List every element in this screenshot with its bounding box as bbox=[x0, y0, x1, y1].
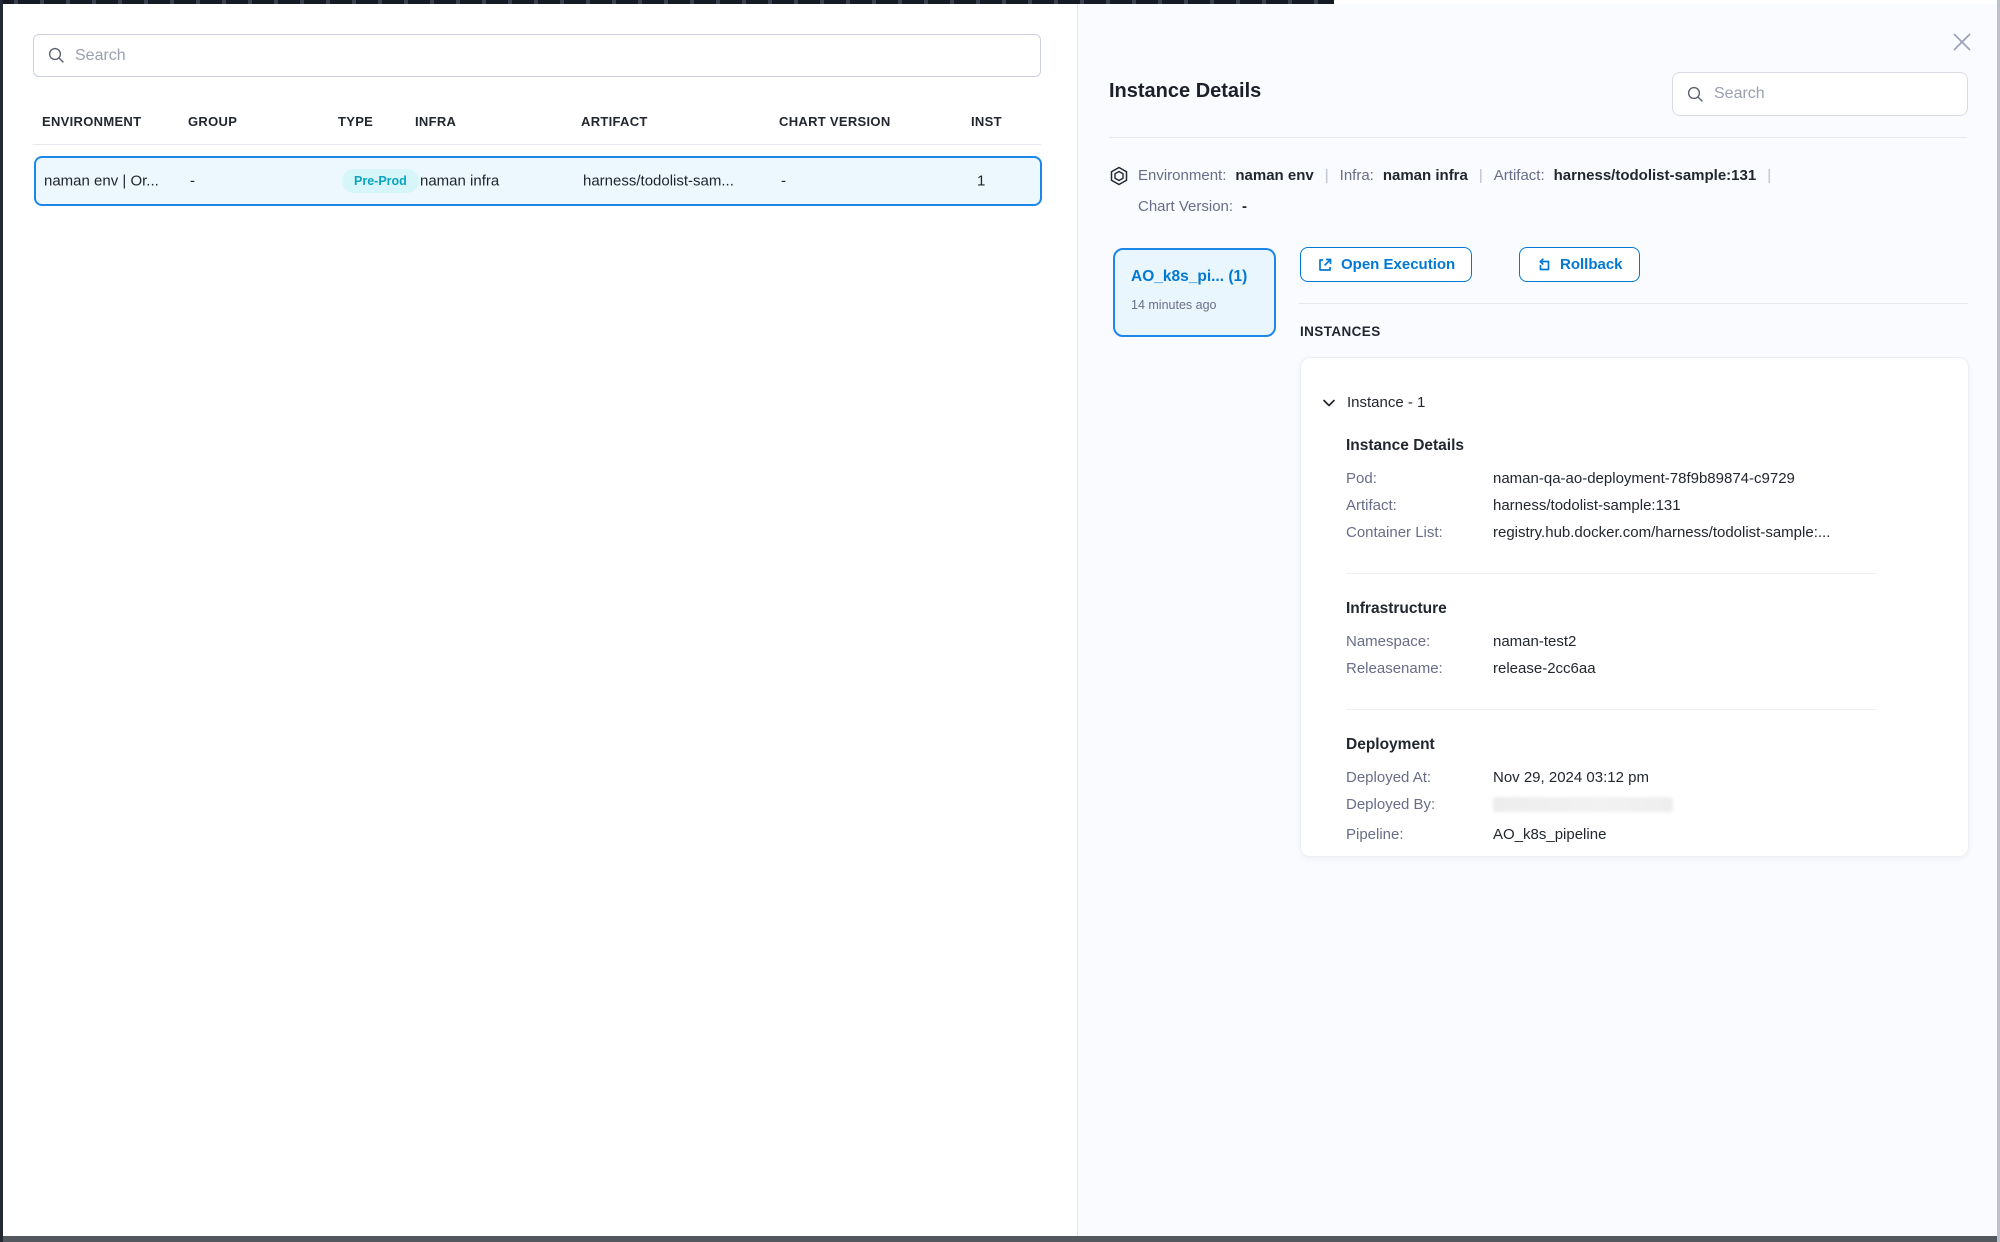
rollback-icon bbox=[1536, 257, 1552, 273]
rollback-label: Rollback bbox=[1560, 256, 1623, 273]
kv-label: Artifact: bbox=[1346, 492, 1493, 519]
instance-details-section: Instance Details Pod: naman-qa-ao-deploy… bbox=[1321, 437, 1944, 546]
kv-label: Pod: bbox=[1346, 465, 1493, 492]
kv-value: naman-test2 bbox=[1493, 628, 1576, 655]
kv-row-pod: Pod: naman-qa-ao-deployment-78f9b89874-c… bbox=[1346, 465, 1944, 492]
separator: | bbox=[1323, 162, 1331, 189]
card-divider bbox=[1346, 709, 1877, 710]
environment-value: naman env bbox=[1235, 162, 1313, 189]
kv-row-deployed-by: Deployed By: bbox=[1346, 791, 1944, 821]
instance-title: Instance - 1 bbox=[1347, 394, 1425, 411]
kv-row-container-list: Container List: registry.hub.docker.com/… bbox=[1346, 519, 1944, 546]
kv-label: Deployed By: bbox=[1346, 791, 1493, 821]
instances-section-label: INSTANCES bbox=[1300, 324, 1381, 339]
section-heading: Instance Details bbox=[1346, 437, 1944, 455]
instance-card: Instance - 1 Instance Details Pod: naman… bbox=[1300, 357, 1969, 857]
kv-row-deployed-at: Deployed At: Nov 29, 2024 03:12 pm bbox=[1346, 764, 1944, 791]
kv-label: Pipeline: bbox=[1346, 821, 1493, 848]
artifact-label: Artifact: bbox=[1494, 162, 1545, 189]
redacted-deployed-by-value bbox=[1493, 797, 1673, 812]
cell-type: Pre-Prod bbox=[342, 169, 419, 193]
kv-label: Container List: bbox=[1346, 519, 1493, 546]
section-heading: Deployment bbox=[1346, 736, 1944, 754]
summary-line-1: Environment: naman env | Infra: naman in… bbox=[1109, 162, 1969, 189]
kv-value: Nov 29, 2024 03:12 pm bbox=[1493, 764, 1649, 791]
kv-value: release-2cc6aa bbox=[1493, 655, 1596, 682]
pre-prod-badge: Pre-Prod bbox=[342, 169, 419, 193]
kv-value: AO_k8s_pipeline bbox=[1493, 821, 1606, 848]
col-artifact: ARTIFACT bbox=[581, 114, 648, 129]
cell-inst: 1 bbox=[977, 173, 985, 190]
artifact-value: harness/todolist-sample:131 bbox=[1554, 162, 1757, 189]
table-search-input[interactable] bbox=[33, 34, 1041, 77]
cell-artifact: harness/todolist-sam... bbox=[583, 173, 734, 190]
infra-value: naman infra bbox=[1383, 162, 1468, 189]
instance-accordion-header[interactable]: Instance - 1 bbox=[1321, 394, 1944, 411]
section-divider bbox=[1299, 303, 1968, 304]
table-row-selected[interactable]: naman env | Or... - Pre-Prod naman infra… bbox=[34, 156, 1042, 206]
cell-chart-version: - bbox=[781, 173, 786, 190]
execution-name: AO_k8s_pi... (1) bbox=[1131, 268, 1274, 286]
infrastructure-section: Infrastructure Namespace: naman-test2 Re… bbox=[1321, 600, 1944, 682]
chevron-down-icon bbox=[1321, 395, 1337, 411]
kv-row-namespace: Namespace: naman-test2 bbox=[1346, 628, 1944, 655]
card-divider bbox=[1346, 573, 1877, 574]
environment-label: Environment: bbox=[1138, 162, 1226, 189]
search-input[interactable] bbox=[75, 47, 1026, 65]
header-divider bbox=[33, 144, 1041, 145]
window-left-edge bbox=[0, 0, 3, 1242]
kv-label: Namespace: bbox=[1346, 628, 1493, 655]
chart-version-value: - bbox=[1242, 193, 1247, 220]
drawer-title: Instance Details bbox=[1109, 80, 1261, 103]
window-bottom-bar bbox=[0, 1236, 2000, 1242]
col-chart-version: CHART VERSION bbox=[779, 114, 891, 129]
col-infra: INFRA bbox=[415, 114, 456, 129]
kv-value: harness/todolist-sample:131 bbox=[1493, 492, 1681, 519]
separator: | bbox=[1765, 162, 1773, 189]
instance-details-drawer: Instance Details Environment: naman env … bbox=[1077, 4, 1997, 1236]
title-divider bbox=[1109, 137, 1967, 138]
close-icon bbox=[1950, 30, 1974, 54]
infra-label: Infra: bbox=[1340, 162, 1374, 189]
cell-group: - bbox=[190, 173, 195, 190]
deployment-section: Deployment Deployed At: Nov 29, 2024 03:… bbox=[1321, 736, 1944, 848]
search-input[interactable] bbox=[1714, 85, 1953, 103]
deployment-summary: Environment: naman env | Infra: naman in… bbox=[1109, 162, 1969, 220]
col-type: TYPE bbox=[338, 114, 373, 129]
chart-version-label: Chart Version: bbox=[1138, 193, 1233, 220]
search-icon bbox=[48, 47, 65, 64]
kv-value: naman-qa-ao-deployment-78f9b89874-c9729 bbox=[1493, 465, 1795, 492]
environments-table-panel: ENVIRONMENT GROUP TYPE INFRA ARTIFACT CH… bbox=[3, 4, 1077, 1236]
col-inst: INST bbox=[971, 114, 1002, 129]
execution-card-selected[interactable]: AO_k8s_pi... (1) 14 minutes ago bbox=[1113, 248, 1276, 337]
col-group: GROUP bbox=[188, 114, 237, 129]
kv-row-artifact: Artifact: harness/todolist-sample:131 bbox=[1346, 492, 1944, 519]
execution-time: 14 minutes ago bbox=[1131, 298, 1274, 312]
kv-value: registry.hub.docker.com/harness/todolist… bbox=[1493, 519, 1830, 546]
kv-row-pipeline: Pipeline: AO_k8s_pipeline bbox=[1346, 821, 1944, 848]
kv-row-releasename: Releasename: release-2cc6aa bbox=[1346, 655, 1944, 682]
kv-label: Releasename: bbox=[1346, 655, 1493, 682]
section-heading: Infrastructure bbox=[1346, 600, 1944, 618]
search-icon bbox=[1687, 86, 1704, 103]
open-execution-button[interactable]: Open Execution bbox=[1300, 247, 1472, 282]
deployments-page: ENVIRONMENT GROUP TYPE INFRA ARTIFACT CH… bbox=[0, 0, 2000, 1242]
summary-line-2: Chart Version: - bbox=[1109, 193, 1969, 220]
drawer-search-input[interactable] bbox=[1672, 72, 1968, 116]
close-drawer-button[interactable] bbox=[1946, 26, 1978, 58]
kv-label: Deployed At: bbox=[1346, 764, 1493, 791]
external-link-icon bbox=[1317, 257, 1333, 273]
rollback-button[interactable]: Rollback bbox=[1519, 247, 1640, 282]
open-execution-label: Open Execution bbox=[1341, 256, 1455, 273]
environment-hexagon-icon bbox=[1109, 166, 1129, 186]
cell-infra: naman infra bbox=[420, 173, 499, 190]
separator: | bbox=[1477, 162, 1485, 189]
col-environment: ENVIRONMENT bbox=[42, 114, 141, 129]
cell-environment: naman env | Or... bbox=[44, 173, 159, 190]
table-header: ENVIRONMENT GROUP TYPE INFRA ARTIFACT CH… bbox=[3, 114, 1077, 136]
